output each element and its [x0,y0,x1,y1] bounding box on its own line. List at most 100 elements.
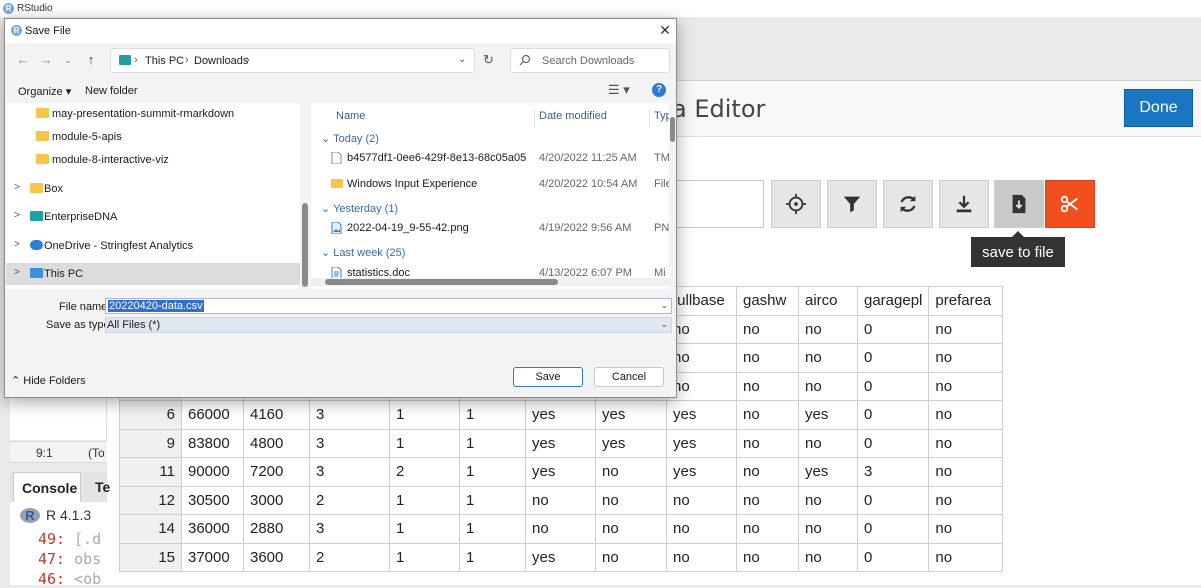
nav-scrollbar[interactable] [301,103,309,289]
table-cell[interactable]: no [928,314,1004,344]
table-cell[interactable]: 2 [309,485,390,515]
breadcrumb-this-pc[interactable]: This PC [145,55,184,67]
nav-item-onedrive[interactable]: > OneDrive - Stringfest Analytics [6,235,300,257]
table-cell[interactable]: 90000 [181,457,244,487]
table-cell[interactable]: no [798,343,858,373]
column-header[interactable]: fullbase [666,286,737,316]
table-cell[interactable]: no [928,514,1004,544]
scrollbar-thumb[interactable] [302,203,308,287]
table-cell[interactable]: 30500 [181,485,244,515]
table-cell[interactable]: no [928,485,1004,515]
table-cell[interactable]: 1 [459,542,526,572]
table-cell[interactable]: 0 [856,485,930,515]
download-button[interactable] [939,180,989,228]
table-cell[interactable]: 3 [309,428,390,458]
table-cell[interactable]: 1 [389,514,460,544]
table-cell[interactable]: no [666,371,737,401]
table-cell[interactable]: 0 [856,371,930,401]
table-cell[interactable]: no [666,542,737,572]
filter-button[interactable] [827,180,877,228]
table-cell[interactable]: yes [525,457,596,487]
table-row[interactable]: 14 36000 2880 3 1 1 no no no no no 0 no [119,514,1004,544]
table-cell[interactable]: no [798,371,858,401]
nav-item-enterprisedna[interactable]: > EnterpriseDNA [6,206,300,228]
table-cell[interactable]: no [928,343,1004,373]
table-cell[interactable]: no [666,314,737,344]
row-index-cell[interactable]: 15 [119,542,182,572]
table-cell[interactable]: no [736,485,799,515]
table-cell[interactable]: 0 [856,400,930,430]
address-bar[interactable]: › This PC › Downloads › ⌄ [110,48,475,73]
table-cell[interactable]: 3 [856,457,930,487]
nav-item-this-pc[interactable]: > This PC [6,263,300,285]
up-arrow-icon[interactable]: ↑ [83,52,99,68]
save-type-select[interactable]: All Files (*) ⌄ [105,317,672,333]
chevron-right-icon[interactable]: > [14,239,20,250]
table-cell[interactable]: no [595,457,667,487]
table-cell[interactable]: 0 [856,542,930,572]
file-name-input[interactable]: 20220420-data.csv ⌄ [105,298,672,314]
table-cell[interactable]: 3000 [243,485,310,515]
table-cell[interactable]: 7200 [243,457,310,487]
table-cell[interactable]: yes [798,400,858,430]
group-last-week[interactable]: ⌄ Last week (25) [321,246,405,259]
table-cell[interactable]: no [798,542,858,572]
nav-item-module-5-apis[interactable]: module-5-apis [6,126,300,148]
table-cell[interactable]: no [798,314,858,344]
table-cell[interactable]: no [928,457,1004,487]
table-cell[interactable]: no [666,514,737,544]
table-cell[interactable]: no [525,514,596,544]
table-cell[interactable]: no [595,514,667,544]
table-cell[interactable]: 2880 [243,514,310,544]
table-cell[interactable]: yes [525,428,596,458]
table-cell[interactable]: 36000 [181,514,244,544]
table-cell[interactable]: 1 [389,485,460,515]
view-options-icon[interactable]: ☰ ▾ [608,82,630,98]
column-header[interactable]: prefarea [928,286,1004,316]
group-yesterday[interactable]: ⌄ Yesterday (1) [321,202,398,215]
table-cell[interactable]: yes [525,400,596,430]
cancel-button[interactable]: Cancel [594,367,664,387]
column-header-name[interactable]: Name [336,110,365,122]
table-row[interactable]: 12 30500 3000 2 1 1 no no no no no 0 no [119,485,1004,515]
refresh-button[interactable] [883,180,933,228]
row-index-cell[interactable]: 12 [119,485,182,515]
table-cell[interactable]: 1 [389,400,460,430]
scrollbar-thumb[interactable] [670,117,675,142]
table-cell[interactable]: 3 [309,400,390,430]
table-cell[interactable]: yes [798,457,858,487]
table-row[interactable]: 15 37000 3600 2 1 1 yes no no no no 0 no [119,542,1004,572]
scrollbar-thumb[interactable] [325,279,558,285]
table-cell[interactable]: no [736,542,799,572]
table-cell[interactable]: 0 [856,314,930,344]
row-index-cell[interactable]: 14 [119,514,182,544]
chevron-down-icon[interactable]: ⌄ [660,319,668,330]
chevron-right-icon[interactable]: > [14,267,20,278]
row-index-cell[interactable]: 11 [119,457,182,487]
recent-dropdown-icon[interactable]: ⌄ [60,52,76,68]
file-row[interactable]: Windows Input Experience 4/20/2022 10:54… [311,174,669,194]
refresh-icon[interactable]: ↻ [483,52,494,68]
table-cell[interactable]: 1 [459,514,526,544]
table-cell[interactable]: no [736,457,799,487]
table-cell[interactable]: no [928,542,1004,572]
tab-terminal[interactable]: Te [95,479,110,495]
table-row[interactable]: 11 90000 7200 3 2 1 yes no yes no yes 3 no [119,457,1004,487]
table-cell[interactable]: yes [666,428,737,458]
table-cell[interactable]: no [736,428,799,458]
table-cell[interactable]: 3 [309,457,390,487]
row-index-cell[interactable]: 6 [119,400,182,430]
help-icon[interactable]: ? [652,83,666,97]
table-cell[interactable]: 0 [856,428,930,458]
row-index-cell[interactable]: 9 [119,428,182,458]
table-cell[interactable]: yes [666,400,737,430]
back-arrow-icon[interactable]: ← [15,52,31,68]
file-row[interactable]: b4577df1-0ee6-429f-8e13-68c05a05293... 4… [311,148,669,168]
organize-menu[interactable]: Organize ▾ [18,85,71,98]
save-to-file-button[interactable] [994,180,1044,228]
table-cell[interactable]: 1 [459,400,526,430]
column-header[interactable]: airco [798,286,858,316]
table-cell[interactable]: no [736,343,799,373]
table-cell[interactable]: no [666,343,737,373]
table-cell[interactable]: 37000 [181,542,244,572]
